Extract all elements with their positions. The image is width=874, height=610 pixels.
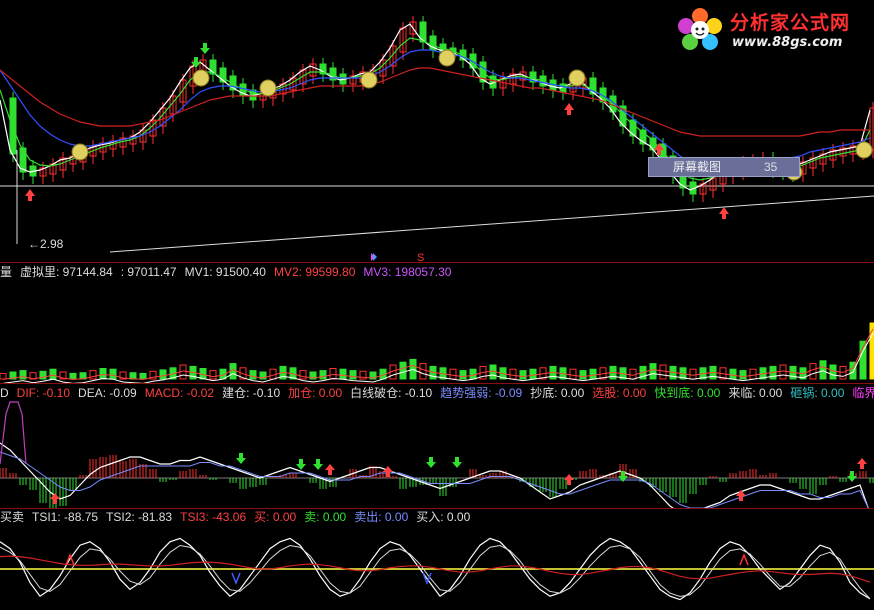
volume-bar [509,368,517,380]
smiley-icon [192,69,210,87]
volume-bar [329,368,337,380]
series-line-ma_long [0,67,870,137]
smiley-icon [259,79,277,97]
volume-bar [319,370,327,380]
buy-marker-icon [65,552,75,566]
smiley-icon [71,143,89,161]
volume-bar [579,370,587,380]
volume-bar [399,361,407,380]
volume-bar [749,368,757,380]
volume-bar [649,363,657,380]
volume-bar [299,370,307,380]
screenshot-tooltip: 屏幕截图 35 [648,157,800,177]
smiley-icon [438,49,456,67]
volume-chart [0,322,874,383]
signal-spike-line [0,401,27,465]
smiley-icon [568,69,586,87]
volume-bar [139,372,147,380]
sell-arrow-icon [313,459,323,470]
volume-bar [49,368,57,380]
sell-arrow-icon [847,471,857,482]
volume-bar [809,363,817,380]
buy-arrow-icon [564,103,574,115]
buy-arrow-icon [383,466,393,477]
logo-text: 分析家公式网 [730,12,851,34]
volume-bar [419,363,427,380]
series-line-ma_mid [0,49,871,169]
volume-bar [689,368,697,380]
buy-arrow-icon [857,458,867,469]
macd-chart [0,401,874,508]
tsi-panel: 买卖 TSI1: -88.75 TSI2: -81.83 TSI3: -43.06 买:… [0,509,874,610]
volume-panel: 量虚拟里: 97144.84: 97011.47 MV1: 91500.40 MV2… [0,263,874,383]
volume-bar [569,368,577,380]
volume-bar [829,364,837,380]
volume-bar [349,370,357,380]
tooltip-text: 屏幕截图 [673,160,722,174]
volume-bar [159,369,167,380]
logo-url: www.88gs.com [732,35,843,50]
volume-bar [19,370,27,380]
buy-arrow-icon [325,464,335,475]
sell-arrow-icon [200,43,210,54]
smiley-icon [360,71,378,89]
volume-bar [729,368,737,380]
volume-bar [529,368,537,380]
tsi-chart [0,537,874,601]
chart-window: { "logo": { "text": "分析家公式网", "url": "ww… [0,0,874,610]
sell-arrow-icon [236,453,246,464]
volume-bar [209,370,217,380]
volume-bar [99,368,107,380]
volume-bar [109,368,117,380]
volume-bar [819,360,827,380]
trend-line [109,195,874,253]
buy-arrow-icon [719,207,729,219]
volume-bar [519,370,527,380]
tooltip-value: 35 [764,160,778,174]
volume-bar [779,364,787,380]
buy-arrow-icon [25,189,35,201]
volume-bar [339,368,347,380]
sell-marker-icon [231,572,241,586]
sell-arrow-icon [296,459,306,470]
buy-arrow-icon [736,490,746,501]
volume-bar [0,372,7,380]
sell-arrow-icon [426,457,436,468]
price-panel: S ←2.98 屏幕截图 35 分析家公式网 www.88gs.com [0,0,874,262]
sell-arrow-icon [452,457,462,468]
flower-logo-icon [678,8,722,50]
volume-bar [89,370,97,380]
buy-arrow-icon [50,493,60,504]
low-price-label: ←2.98 [28,237,64,251]
volume-bar [449,368,457,380]
volume-bar [739,370,747,380]
volume-bar [589,368,597,380]
site-logo: 分析家公式网 www.88gs.com [672,2,872,58]
macd-panel: D DIF: -0.10 DEA: -0.09 MACD: -0.02 建仓: -0.1… [0,384,874,508]
smiley-icon [855,141,873,159]
candle-body [649,137,657,151]
volume-bar [249,370,257,380]
buy-marker-icon [739,552,749,566]
volume-bar [659,364,667,380]
volume-bar [69,372,77,380]
volume-bar [459,370,467,380]
small-marker-icon [373,253,377,261]
signal-s-label: S [417,252,424,262]
